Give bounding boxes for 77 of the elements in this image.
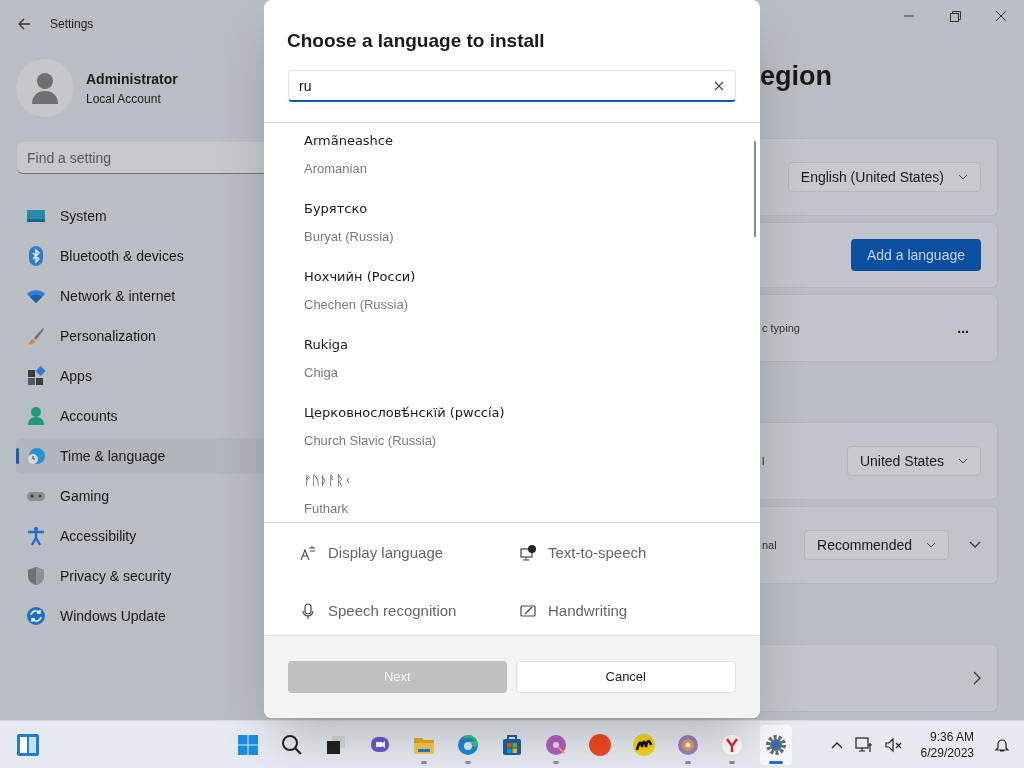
back-icon[interactable] xyxy=(16,16,32,32)
disc-icon[interactable] xyxy=(544,732,568,757)
search-field[interactable]: Find a setting xyxy=(17,142,264,174)
notification-bell-icon[interactable] xyxy=(994,737,1010,753)
nav-item[interactable]: Privacy & security xyxy=(16,558,264,594)
nav-item[interactable]: Accounts xyxy=(16,398,264,434)
clock[interactable]: 9:36 AM 6/29/2023 xyxy=(920,729,974,761)
language-item[interactable]: ᚠᚢᚦᚨᚱᚲ Futhark xyxy=(264,472,760,522)
window-title: Settings xyxy=(50,16,94,33)
nav-item[interactable]: Gaming xyxy=(16,478,264,514)
person-icon xyxy=(26,406,46,426)
dialog-title: Choose a language to install xyxy=(286,29,546,53)
nav-item[interactable]: System xyxy=(16,198,264,234)
language-item[interactable]: Церковнословѣ́нскїй (рwссі́а) Church Slavic (Russia) xyxy=(264,404,760,472)
page-title: egion xyxy=(760,60,833,93)
language-item[interactable]: Нохчийн (Росси) Chechen (Russia) xyxy=(264,268,760,336)
add-language-button[interactable]: Add a language xyxy=(850,239,981,271)
minimize-icon xyxy=(904,15,914,17)
widgets-icon[interactable] xyxy=(16,733,40,757)
brush-icon xyxy=(26,326,46,346)
scrollbar[interactable] xyxy=(754,141,756,237)
edge-icon[interactable] xyxy=(456,732,480,757)
setting-description: nal xyxy=(761,537,777,553)
update-icon xyxy=(26,606,46,626)
language-search-field[interactable]: ru xyxy=(288,70,736,102)
feature-label: Display language xyxy=(328,542,444,563)
shield-icon xyxy=(26,566,46,586)
account-type: Local Account xyxy=(86,90,162,108)
bluetooth-icon xyxy=(26,246,46,266)
close-icon xyxy=(996,11,1006,21)
nav-item[interactable]: Network & internet xyxy=(16,278,264,314)
apps-icon xyxy=(26,366,46,386)
language-item[interactable]: Armãneashce Aromanian xyxy=(264,132,760,200)
cancel-button[interactable]: Cancel xyxy=(515,661,736,693)
chevron-down-icon xyxy=(958,173,968,181)
restore-icon xyxy=(949,10,961,22)
handwriting-icon xyxy=(520,603,536,619)
dropdown[interactable]: Recommended xyxy=(804,530,949,560)
nav-item[interactable]: Apps xyxy=(16,358,264,394)
feature-label: Text-to-speech xyxy=(548,542,647,563)
expand-icon[interactable] xyxy=(969,541,981,549)
feature-label: Speech recognition xyxy=(328,600,457,621)
nav-item[interactable]: Bluetooth & devices xyxy=(16,238,264,274)
language-item[interactable]: Бурятско Buryat (Russia) xyxy=(264,200,760,268)
setting-description: l xyxy=(761,453,765,469)
nav-item[interactable]: Accessibility xyxy=(16,518,264,554)
chevron-down-icon xyxy=(926,541,936,549)
more-button[interactable]: ... xyxy=(957,317,969,339)
feature-label: Handwriting xyxy=(548,600,628,621)
nav-item[interactable]: Personalization xyxy=(16,318,264,354)
browser-circle-icon[interactable] xyxy=(720,732,744,757)
nav-item[interactable]: Windows Update xyxy=(16,598,264,634)
user-name: Administrator xyxy=(86,69,178,89)
chevron-up-icon[interactable] xyxy=(830,741,843,749)
chevron-down-icon xyxy=(958,457,968,465)
dvd-icon[interactable] xyxy=(676,732,700,757)
muted-speaker-icon[interactable] xyxy=(884,737,903,753)
start-icon[interactable] xyxy=(236,732,260,757)
speech-monitor-icon xyxy=(520,545,536,561)
dropdown[interactable]: English (United States) xyxy=(787,162,981,192)
display-language-icon xyxy=(300,545,316,561)
nav-item[interactable]: Time & language xyxy=(16,438,264,474)
clear-icon[interactable] xyxy=(714,81,724,91)
accessibility-icon xyxy=(26,526,46,546)
store-icon[interactable] xyxy=(500,732,524,757)
microphone-icon xyxy=(300,603,316,619)
chevron-right-icon[interactable] xyxy=(973,671,981,685)
browser-icon[interactable] xyxy=(588,732,612,757)
search-icon[interactable] xyxy=(280,732,304,757)
setting-description: c typing xyxy=(761,320,800,336)
settings-icon[interactable] xyxy=(764,732,788,757)
dropdown[interactable]: United States xyxy=(846,446,981,476)
globe-clock-icon xyxy=(26,446,46,466)
network-icon[interactable] xyxy=(854,737,873,753)
selection-indicator xyxy=(16,448,19,464)
app-icon[interactable] xyxy=(632,732,656,757)
language-item[interactable]: Rukiga Chiga xyxy=(264,336,760,404)
